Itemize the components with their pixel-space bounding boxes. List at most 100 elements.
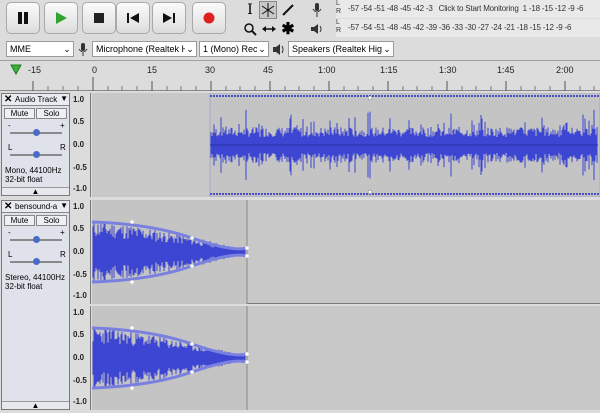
scale-label: 1.0 <box>73 308 85 317</box>
chevron-down-icon[interactable]: ▼ <box>60 201 68 210</box>
track-control-panel[interactable]: ✕ bensound-a ▼ Mute Solo - + L R Stereo,… <box>1 200 70 410</box>
skip-end-icon <box>163 13 175 23</box>
gain-slider-knob[interactable] <box>33 236 40 243</box>
record-meter-scale: -57 -54 -51 -48 -45 -42 -3 <box>348 4 433 13</box>
recording-channels-select[interactable]: 1 (Mono) Reco ⌄ <box>199 41 269 57</box>
pan-slider-knob[interactable] <box>33 258 40 265</box>
ruler-label: -15 <box>28 65 42 75</box>
ruler-label: 45 <box>263 65 274 75</box>
pause-button[interactable] <box>6 2 40 34</box>
asterisk-icon: ✱ <box>281 21 295 38</box>
vertical-scale[interactable]: 1.0 0.5 0.0 -0.5 -1.0 <box>71 200 91 304</box>
speaker-icon <box>311 24 322 34</box>
scale-label: -1.0 <box>73 184 87 193</box>
scale-label: 1.0 <box>73 202 85 211</box>
playback-device-select[interactable]: Speakers (Realtek High I ⌄ <box>288 41 394 57</box>
meter-left-label: L <box>336 19 340 26</box>
timeshift-tool[interactable] <box>260 20 278 38</box>
solo-button[interactable]: Solo <box>36 215 67 226</box>
pan-slider-knob[interactable] <box>33 151 40 158</box>
waveform-area-left[interactable] <box>91 200 600 304</box>
stop-button[interactable] <box>82 2 116 34</box>
track-rate-label: Stereo, 44100Hz <box>5 273 66 282</box>
scale-label: 0.5 <box>73 224 85 233</box>
audio-host-select[interactable]: MME ⌄ <box>6 41 74 57</box>
chevron-down-icon: ⌄ <box>62 42 72 56</box>
microphone-icon <box>78 43 88 56</box>
pan-slider[interactable] <box>10 151 62 158</box>
scale-label: 0.5 <box>73 330 85 339</box>
gain-slider[interactable] <box>10 129 62 136</box>
ibeam-icon: I <box>247 2 253 18</box>
gain-minus-label: - <box>8 228 11 237</box>
stop-icon <box>94 13 104 23</box>
chevron-down-icon[interactable]: ▼ <box>60 94 68 103</box>
waveform[interactable] <box>91 306 600 410</box>
vertical-scale[interactable]: 1.0 0.5 0.0 -0.5 -1.0 <box>71 306 91 410</box>
skip-end-button[interactable] <box>152 2 186 34</box>
draw-tool[interactable] <box>279 1 297 19</box>
ruler-label: 1:45 <box>497 65 515 75</box>
chevron-down-icon: ⌄ <box>257 42 267 56</box>
pan-left-label: L <box>8 250 13 259</box>
mic-meter-button[interactable] <box>308 1 326 19</box>
play-button[interactable] <box>44 2 78 34</box>
pan-right-label: R <box>60 250 66 259</box>
gain-slider[interactable] <box>10 236 62 243</box>
playback-meter-scale: -57 -54 -51 -48 -45 -42 -39 -36 -33 -30 … <box>348 23 572 32</box>
close-icon[interactable]: ✕ <box>4 201 12 212</box>
mute-button[interactable]: Mute <box>4 215 35 226</box>
zoom-icon <box>244 23 257 36</box>
timeline-ruler[interactable]: -15 0 15 30 45 1:00 1:15 1:30 1:45 2:00 <box>0 60 600 91</box>
gain-plus-label: + <box>60 228 65 237</box>
pause-icon <box>18 12 28 24</box>
ruler-label: 1:15 <box>380 65 398 75</box>
track-name-menu[interactable]: bensound-a <box>15 202 58 212</box>
ruler-ticks <box>32 77 595 91</box>
ruler-label: 1:30 <box>439 65 457 75</box>
mute-button[interactable]: Mute <box>4 108 35 119</box>
envelope-icon <box>261 3 275 17</box>
vertical-scale[interactable]: 1.0 0.5 0.0 -0.5 -1.0 <box>71 93 91 197</box>
play-head-icon[interactable] <box>10 64 22 75</box>
waveform[interactable] <box>91 200 600 304</box>
playback-meter[interactable]: LR -57 -54 -51 -48 -45 -42 -39 -36 -33 -… <box>336 19 600 37</box>
meter-right-label: R <box>336 8 342 15</box>
scale-label: -0.5 <box>73 163 87 172</box>
track-name-menu[interactable]: Audio Track <box>15 95 58 105</box>
solo-button[interactable]: Solo <box>36 108 67 119</box>
track-header: ✕ bensound-a ▼ <box>2 201 69 213</box>
record-meter[interactable]: LR -57 -54 -51 -48 -45 -42 -3 Click to S… <box>336 0 600 18</box>
close-icon[interactable]: ✕ <box>4 94 12 105</box>
track-bits-label: 32-bit float <box>5 282 43 291</box>
waveform-area-right[interactable] <box>91 306 600 410</box>
skip-start-icon <box>127 13 139 23</box>
microphone-icon <box>312 3 322 17</box>
waveform-area[interactable] <box>92 92 600 198</box>
playback-device-value: Speakers (Realtek High I <box>292 44 393 54</box>
gain-minus-label: - <box>8 121 11 130</box>
waveform[interactable] <box>92 92 600 198</box>
gain-slider-knob[interactable] <box>33 129 40 136</box>
collapse-track-button[interactable]: ▲ <box>2 187 69 196</box>
ruler-label: 0 <box>92 65 98 75</box>
zoom-tool[interactable] <box>241 20 259 38</box>
track-header: ✕ Audio Track ▼ <box>2 94 69 106</box>
multi-tool[interactable]: ✱ <box>279 20 297 38</box>
recording-device-select[interactable]: Microphone (Realtek Hi ⌄ <box>92 41 197 57</box>
track-control-panel[interactable]: ✕ Audio Track ▼ Mute Solo - + L R Mono, … <box>1 93 70 196</box>
scale-label: 0.0 <box>73 247 85 256</box>
speaker-meter-button[interactable] <box>308 20 326 38</box>
skip-start-button[interactable] <box>116 2 150 34</box>
selection-tool[interactable]: I <box>241 1 259 19</box>
ruler-label: 30 <box>205 65 216 75</box>
start-monitoring-label[interactable]: Click to Start Monitoring <box>439 4 519 13</box>
envelope-tool[interactable] <box>259 1 277 19</box>
recording-device-value: Microphone (Realtek Hi <box>96 44 191 54</box>
record-icon <box>203 12 215 24</box>
record-button[interactable] <box>192 2 226 34</box>
collapse-track-button[interactable]: ▲ <box>2 401 69 410</box>
pan-right-label: R <box>60 143 66 152</box>
pan-slider[interactable] <box>10 258 62 265</box>
audacity-window: I ✱ LR -57 -54 -51 -48 -45 -42 -3 Click … <box>0 0 600 413</box>
